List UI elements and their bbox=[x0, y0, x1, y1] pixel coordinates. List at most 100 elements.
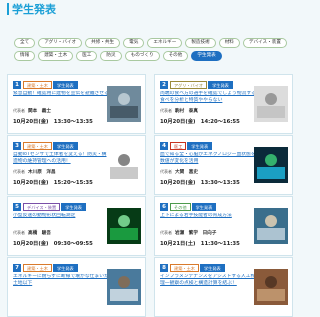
presentation-time: 10月20日(金) 13:30～13:35 bbox=[160, 180, 240, 186]
card-number-badge: 3 bbox=[13, 142, 21, 150]
presentation-card[interactable]: 2 アグリ・バイオ 学生発表両端の食べ方の選手を確認でしょう物流する食べを分析と特質… bbox=[154, 74, 293, 134]
card-number-badge: 2 bbox=[160, 81, 168, 89]
thumbnail-image bbox=[254, 208, 288, 244]
presentation-time: 10月20日(金) 14:20～16:55 bbox=[160, 119, 240, 125]
filter-chip[interactable]: 全て bbox=[14, 38, 36, 48]
filter-chip[interactable]: 材料 bbox=[218, 38, 240, 48]
card-number-badge: 4 bbox=[160, 142, 168, 150]
presentation-card[interactable]: 5 デバイス・装置 学生発表小型反速の動物形状回転測定代表者 高橋 駿吾 10月20日(… bbox=[7, 196, 146, 256]
filter-chip[interactable]: ものづくり bbox=[124, 51, 160, 61]
filter-chip[interactable]: 防災 bbox=[100, 51, 122, 61]
card-tags: デバイス・装置 学生発表 bbox=[23, 203, 86, 211]
thumbnail-image bbox=[107, 86, 141, 122]
presentation-card[interactable]: 7 建築・土木 学生発表 エネルギーに耐らずに断線で壊かな仕まいた土地以下 bbox=[7, 257, 146, 317]
category-tag[interactable]: 学生発表 bbox=[52, 142, 78, 150]
presentation-time: 10月20日(金) 13:30～13:35 bbox=[13, 119, 93, 125]
category-tag[interactable]: 建築・土木 bbox=[170, 264, 199, 272]
filter-chip[interactable]: その他 bbox=[162, 51, 189, 61]
category-tag[interactable]: 学生発表 bbox=[187, 142, 213, 150]
filter-chip[interactable]: エネルギー bbox=[147, 38, 183, 48]
presentation-time: 10月20日(金) 09:30～09:55 bbox=[13, 241, 93, 247]
filter-chip[interactable]: 情報 bbox=[14, 51, 36, 61]
category-tag[interactable]: 学生発表 bbox=[191, 203, 217, 211]
card-thumbnail[interactable] bbox=[254, 86, 288, 122]
presenter-label: 代表者 bbox=[160, 230, 172, 235]
presenter-name: 岩瀬 繁学 日向子 bbox=[175, 231, 217, 236]
page-title: 学生発表 bbox=[7, 1, 56, 17]
category-tag[interactable]: 建築・土木 bbox=[23, 142, 52, 150]
card-tags: 医工 学生発表 bbox=[170, 142, 213, 150]
presenter-label: 代表者 bbox=[13, 230, 25, 235]
card-thumbnail[interactable] bbox=[107, 208, 141, 244]
card-thumbnail[interactable] bbox=[254, 208, 288, 244]
card-thumbnail[interactable] bbox=[107, 86, 141, 122]
presenter: 代表者 木川原 洋昌 bbox=[13, 169, 109, 175]
presenter: 代表者 大関 喜史 bbox=[160, 169, 256, 175]
filter-chip[interactable]: デバイス・装置 bbox=[242, 38, 287, 48]
presenter-label: 代表者 bbox=[13, 108, 25, 113]
category-tag[interactable]: 医工 bbox=[170, 142, 187, 150]
presentation-card[interactable]: 1 建築・土木 学生発表緊急自動！確認用に建物を宣伝を避難させる代表者 関本 義士 10… bbox=[7, 74, 146, 134]
card-tags: 建築・土木 学生発表 bbox=[23, 142, 78, 150]
category-tag[interactable]: 建築・土木 bbox=[23, 81, 52, 89]
category-tag[interactable]: 学生発表 bbox=[199, 264, 225, 272]
card-title-link[interactable]: 緊急自動！確認用に建物を宣伝を避難させる bbox=[13, 91, 109, 105]
card-title-link[interactable]: 血で知る全・心脳がエネクノロジー血状態を数値が変化を活用 bbox=[160, 152, 256, 166]
card-thumbnail[interactable] bbox=[254, 269, 288, 305]
card-title-link[interactable]: エネルギーに耐らずに断線で壊かな仕まいた土地以下 bbox=[13, 274, 109, 288]
category-tag[interactable]: 建築・土木 bbox=[23, 264, 52, 272]
presenter: 代表者 駒村 泰真 bbox=[160, 108, 256, 114]
card-number-badge: 8 bbox=[160, 264, 168, 272]
filter-chip[interactable]: 医工 bbox=[76, 51, 98, 61]
category-tag[interactable]: 学生発表 bbox=[61, 203, 86, 211]
presenter: 代表者 岩瀬 繁学 日向子 bbox=[160, 230, 256, 236]
thumbnail-image bbox=[107, 147, 141, 183]
card-thumbnail[interactable] bbox=[107, 147, 141, 183]
thumbnail-image bbox=[107, 269, 141, 305]
presentation-time: 10月20日(金) 15:20～15:35 bbox=[13, 180, 93, 186]
card-number-badge: 6 bbox=[160, 203, 168, 211]
presenter-label: 代表者 bbox=[160, 108, 172, 113]
category-filter-bar: 全て アグリ・バイオ 共修・共生 電気 エネルギー 製造技術 材料 デバイス・装置 情報 建築・… bbox=[14, 38, 290, 64]
presentation-card[interactable]: 3 建築・土木 学生発表自動IoTセンサで土体者を変える！防災・構造物の維持管理への… bbox=[7, 135, 146, 195]
card-title-link[interactable]: 小型反速の動物形状回転測定 bbox=[13, 213, 109, 227]
presenter-label: 代表者 bbox=[13, 169, 25, 174]
presenter: 代表者 関本 義士 bbox=[13, 108, 109, 114]
card-title-link[interactable]: 両端の食べ方の選手を確認でしょう物流する食べを分析と特質ややらない bbox=[160, 91, 256, 105]
card-thumbnail[interactable] bbox=[254, 147, 288, 183]
category-tag[interactable]: 学生発表 bbox=[208, 81, 233, 89]
card-title-link[interactable]: 自動IoTセンサで土体者を変える！防災・構造物の維持管理への活用！ bbox=[13, 152, 109, 166]
card-tags: アグリ・バイオ 学生発表 bbox=[170, 81, 233, 89]
filter-chip[interactable]: 共修・共生 bbox=[85, 38, 121, 48]
filter-chip[interactable]: 製造技術 bbox=[185, 38, 216, 48]
presenter: 代表者 高橋 駿吾 bbox=[13, 230, 109, 236]
card-title-link[interactable]: 上下による若手技能者の育成方法 bbox=[160, 213, 256, 227]
thumbnail-image bbox=[254, 147, 288, 183]
filter-chip[interactable]: 電気 bbox=[123, 38, 145, 48]
presentation-card[interactable]: 6 その他 学生発表 上下による若手技能者の育成方法 代表者 岩瀬 繁学 日向子 10月21… bbox=[154, 196, 293, 256]
card-tags: 建築・土木 学生発表 bbox=[23, 264, 78, 272]
presenter-name: 高橋 駿吾 bbox=[28, 231, 51, 236]
category-tag[interactable]: 学生発表 bbox=[52, 81, 78, 89]
card-number-badge: 1 bbox=[13, 81, 21, 89]
card-title-link[interactable]: インフラメンテナンスをアシストする人工物理一観察の点検と構造計算を結ぶ！ bbox=[160, 274, 256, 288]
category-tag[interactable]: その他 bbox=[170, 203, 191, 211]
card-thumbnail[interactable] bbox=[107, 269, 141, 305]
filter-chip[interactable]: 学生発表 bbox=[191, 51, 222, 61]
filter-chip[interactable]: アグリ・バイオ bbox=[38, 38, 83, 48]
filter-chip[interactable]: 建築・土木 bbox=[38, 51, 74, 61]
page-title-text: 学生発表 bbox=[12, 3, 56, 16]
filter-row: 情報 建築・土木 医工 防災 ものづくり その他 学生発表 bbox=[14, 51, 290, 61]
presentation-card[interactable]: 8 建築・土木 学生発表インフラメンテナンスをアシストする人工物理一観察の点検と構造… bbox=[154, 257, 293, 317]
presenter-name: 関本 義士 bbox=[28, 109, 51, 114]
card-tags: その他 学生発表 bbox=[170, 203, 217, 211]
presentation-card[interactable]: 4 医工 学生発表血で知る全・心脳がエネクノロジー血状態を数値が変化を活用代表者 大関… bbox=[154, 135, 293, 195]
thumbnail-image bbox=[107, 208, 141, 244]
category-tag[interactable]: 学生発表 bbox=[52, 264, 78, 272]
category-tag[interactable]: デバイス・装置 bbox=[23, 203, 61, 211]
category-tag[interactable]: アグリ・バイオ bbox=[170, 81, 208, 89]
thumbnail-image bbox=[254, 269, 288, 305]
card-number-badge: 5 bbox=[13, 203, 21, 211]
card-tags: 建築・土木 学生発表 bbox=[170, 264, 225, 272]
card-tags: 建築・土木 学生発表 bbox=[23, 81, 78, 89]
